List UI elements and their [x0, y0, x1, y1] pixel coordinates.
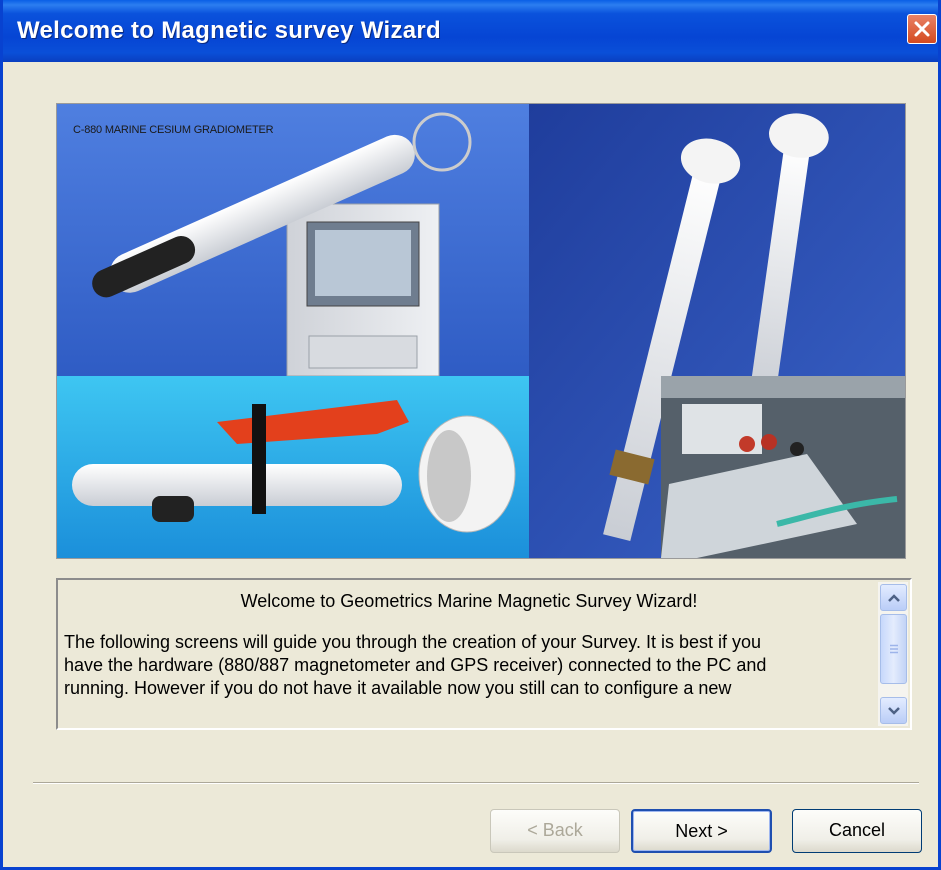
back-button[interactable]: < Back: [490, 809, 620, 853]
welcome-body: The following screens will guide you thr…: [64, 631, 878, 700]
close-button[interactable]: [907, 14, 937, 44]
vertical-scrollbar[interactable]: [878, 582, 908, 726]
next-button[interactable]: Next >: [631, 809, 772, 853]
welcome-line-3: running. However if you do not have it a…: [64, 678, 732, 698]
welcome-text-area[interactable]: Welcome to Geometrics Marine Magnetic Su…: [56, 578, 912, 730]
grip-icon: [889, 644, 898, 654]
cancel-button[interactable]: Cancel: [792, 809, 922, 853]
scroll-down-button[interactable]: [880, 697, 907, 724]
welcome-text-content: Welcome to Geometrics Marine Magnetic Su…: [60, 581, 878, 727]
chevron-down-icon: [887, 706, 900, 715]
wizard-window: Welcome to Magnetic survey Wizard C-880 …: [0, 0, 941, 870]
scroll-up-button[interactable]: [880, 584, 907, 611]
window-title: Welcome to Magnetic survey Wizard: [17, 17, 442, 44]
close-icon: [914, 21, 930, 37]
banner-caption: C-880 MARINE CESIUM GRADIOMETER: [73, 124, 274, 136]
title-bar[interactable]: Welcome to Magnetic survey Wizard: [3, 0, 938, 62]
welcome-line-1: The following screens will guide you thr…: [64, 632, 762, 652]
welcome-line-2: have the hardware (880/887 magnetometer …: [64, 655, 767, 675]
footer-separator: [33, 782, 919, 784]
welcome-heading: Welcome to Geometrics Marine Magnetic Su…: [240, 591, 698, 611]
wizard-banner-image: C-880 MARINE CESIUM GRADIOMETER: [56, 103, 906, 559]
scroll-thumb[interactable]: [880, 614, 907, 684]
chevron-up-icon: [887, 593, 900, 602]
